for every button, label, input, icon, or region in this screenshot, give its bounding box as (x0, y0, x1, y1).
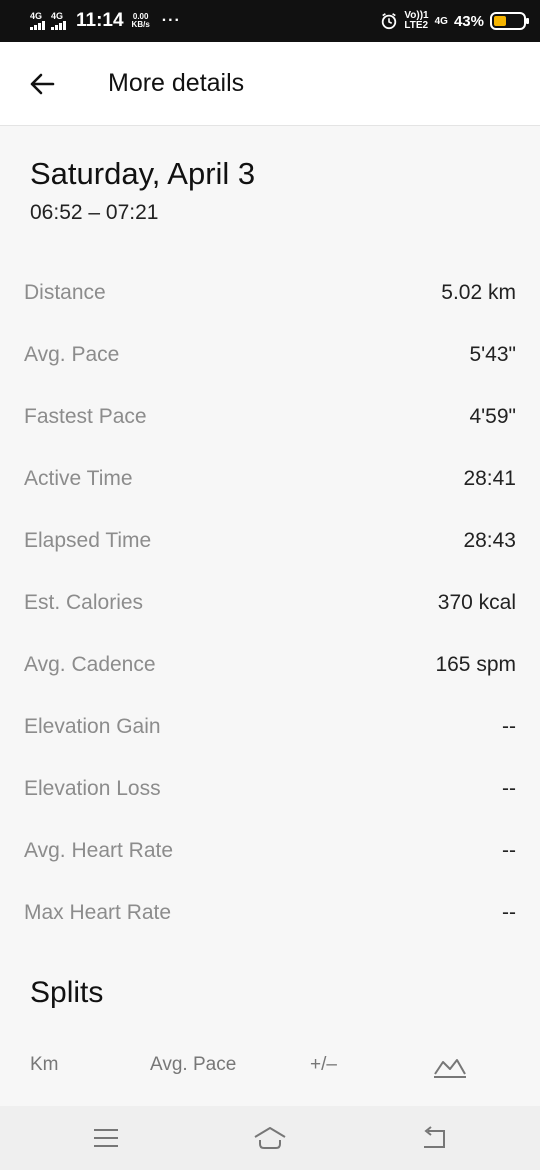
stat-value: 5'43" (469, 343, 516, 366)
more-notifications-icon: ··· (161, 12, 181, 29)
battery-icon (490, 12, 529, 30)
stat-value: -- (502, 901, 516, 924)
stat-row-est-calories: Est. Calories 370 kcal (0, 572, 540, 634)
arrow-left-icon (30, 73, 55, 94)
stat-row-elevation-gain: Elevation Gain -- (0, 696, 540, 758)
status-left: 4G 4G 11:14 0.00 KB/s ··· (30, 10, 380, 32)
stat-label: Est. Calories (24, 591, 144, 614)
stat-label: Elevation Loss (24, 777, 161, 800)
status-bar: 4G 4G 11:14 0.00 KB/s ··· Vo))1 LTE2 4G … (0, 0, 540, 42)
stat-row-max-heart-rate: Max Heart Rate -- (0, 882, 540, 944)
stat-label: Avg. Cadence (24, 653, 156, 676)
home-button[interactable] (250, 1120, 290, 1156)
home-icon (254, 1127, 286, 1149)
elevation-chart-icon[interactable] (432, 1052, 468, 1086)
stat-value: 165 spm (435, 653, 516, 676)
stat-label: Avg. Heart Rate (24, 839, 174, 862)
back-icon (424, 1126, 445, 1148)
back-nav-button[interactable] (414, 1120, 454, 1156)
battery-percent: 43% (453, 12, 484, 30)
splits-col-pace: Avg. Pace (150, 1054, 237, 1075)
stat-row-avg-pace: Avg. Pace 5'43" (0, 324, 540, 386)
speed-unit: KB/s (131, 20, 150, 29)
stat-row-avg-heart-rate: Avg. Heart Rate -- (0, 820, 540, 882)
stat-row-avg-cadence: Avg. Cadence 165 spm (0, 634, 540, 696)
app-bar: More details (0, 42, 540, 126)
stat-row-elapsed-time: Elapsed Time 28:43 (0, 510, 540, 572)
splits-header: Km Avg. Pace +/– (0, 1044, 540, 1088)
stat-value: 28:43 (463, 529, 516, 552)
splits-title: Splits (30, 976, 104, 1009)
stat-label: Elevation Gain (24, 715, 161, 738)
page-title: More details (108, 69, 245, 97)
volte-indicator: Vo))1 LTE2 (404, 11, 428, 31)
volte-bottom: LTE2 (404, 20, 429, 31)
stat-label: Avg. Pace (24, 343, 120, 366)
stat-value: 370 kcal (437, 591, 516, 614)
status-time: 11:14 (76, 10, 124, 31)
stat-label: Max Heart Rate (24, 901, 172, 924)
network-type-2: 4G (51, 11, 64, 21)
network-speed: 0.00 KB/s (132, 13, 150, 29)
network-type-3: 4G (434, 15, 448, 27)
signal-icon: 4G (30, 12, 45, 30)
stat-value: 28:41 (463, 467, 516, 490)
battery-fill (494, 16, 507, 26)
signal-icon: 4G (51, 12, 66, 30)
network-type-1: 4G (30, 11, 43, 21)
stat-value: -- (502, 839, 516, 862)
alarm-icon (382, 13, 397, 30)
stat-label: Elapsed Time (24, 529, 152, 552)
activity-date: Saturday, April 3 (30, 156, 256, 191)
stat-value: 5.02 km (441, 281, 516, 304)
status-right: Vo))1 LTE2 4G 43% (380, 11, 529, 31)
stat-row-distance: Distance 5.02 km (0, 262, 540, 324)
stat-label: Active Time (24, 467, 133, 490)
stat-value: 4'59" (469, 405, 516, 428)
stat-value: -- (502, 777, 516, 800)
stat-label: Fastest Pace (24, 405, 147, 428)
back-button[interactable] (0, 42, 84, 126)
activity-header: Saturday, April 3 06:52 – 07:21 (30, 156, 255, 225)
menu-icon (94, 1129, 118, 1147)
menu-button[interactable] (86, 1120, 126, 1156)
system-nav-bar (0, 1106, 540, 1170)
stat-value: -- (502, 715, 516, 738)
stat-row-elevation-loss: Elevation Loss -- (0, 758, 540, 820)
activity-time-range: 06:52 – 07:21 (30, 201, 159, 224)
stat-row-fastest-pace: Fastest Pace 4'59" (0, 386, 540, 448)
stat-label: Distance (24, 281, 106, 304)
stats-list: Distance 5.02 km Avg. Pace 5'43" Fastest… (0, 262, 540, 944)
splits-col-km: Km (30, 1054, 59, 1075)
splits-col-diff: +/– (310, 1054, 337, 1075)
stat-row-active-time: Active Time 28:41 (0, 448, 540, 510)
